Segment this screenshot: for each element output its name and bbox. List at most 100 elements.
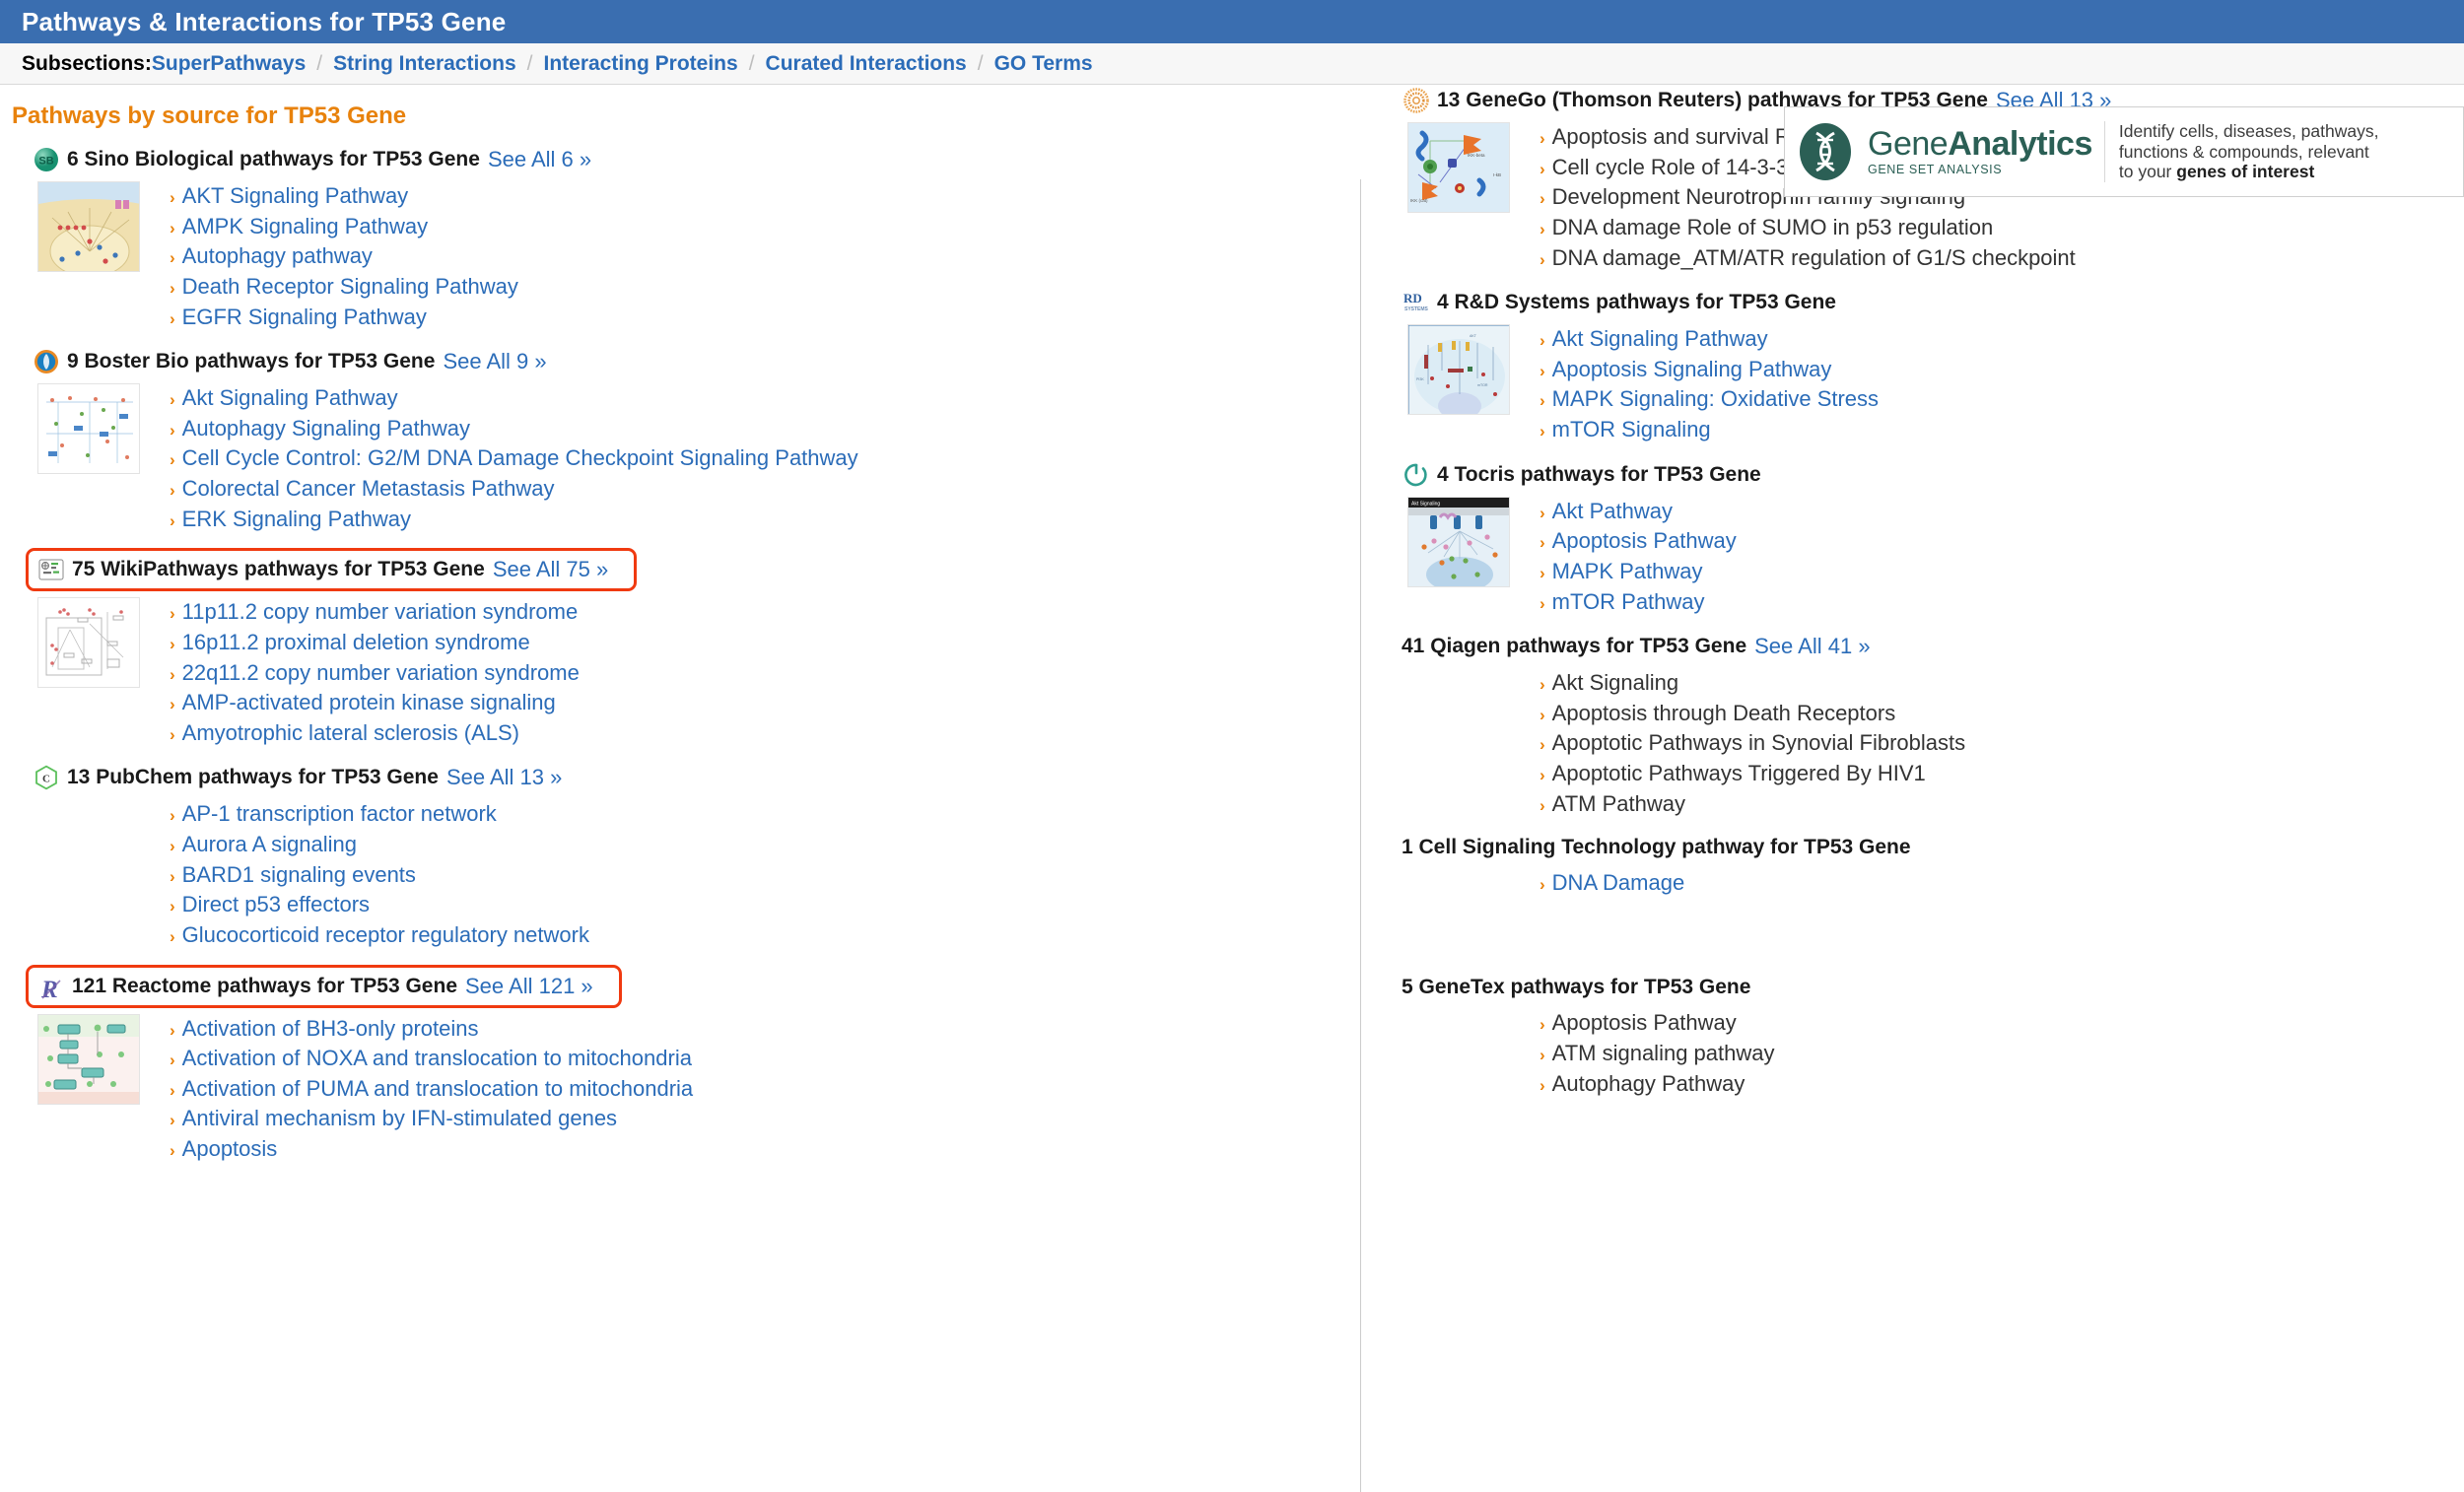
reactome-pathway-thumbnail[interactable] <box>37 1013 140 1105</box>
pathway-link[interactable]: Apoptosis Pathway <box>1552 529 1737 554</box>
pathway-list-item[interactable]: › Autophagy Signaling Pathway <box>170 414 858 444</box>
pathway-link[interactable]: Akt Pathway <box>1552 499 1673 524</box>
pathway-link[interactable]: BARD1 signaling events <box>182 862 416 888</box>
pathway-list-item[interactable]: › DNA Damage <box>1540 868 1684 899</box>
pathway-list-item[interactable]: › Amyotrophic lateral sclerosis (ALS) <box>170 718 580 749</box>
pathway-list-item[interactable]: › AMPK Signaling Pathway <box>170 212 518 242</box>
pathway-list-item[interactable]: › ERK Signaling Pathway <box>170 505 858 535</box>
pathway-link[interactable]: AP-1 transcription factor network <box>182 802 497 827</box>
chevron-right-icon: › <box>1540 533 1545 553</box>
pathway-list-item[interactable]: › Apoptosis Pathway <box>1540 526 1737 557</box>
chevron-right-icon: › <box>170 248 175 268</box>
pathway-list-item[interactable]: › Activation of NOXA and translocation to… <box>170 1044 693 1074</box>
pathway-list-item[interactable]: › MAPK Pathway <box>1540 557 1737 587</box>
wikipathways-pathway-thumbnail[interactable] <box>37 597 140 689</box>
pathway-link[interactable]: Glucocorticoid receptor regulatory netwo… <box>182 922 589 948</box>
pathway-link[interactable]: MAPK Signaling: Oxidative Stress <box>1552 387 1879 412</box>
pathway-list-item[interactable]: › Cell Cycle Control: G2/M DNA Damage Che… <box>170 443 858 474</box>
pathway-list-item[interactable]: › Colorectal Cancer Metastasis Pathway <box>170 474 858 505</box>
pathway-list-item[interactable]: › 22q11.2 copy number variation syndrome <box>170 658 580 689</box>
subsection-link-string-interactions[interactable]: String Interactions <box>333 52 516 75</box>
pathway-link[interactable]: AMPK Signaling Pathway <box>182 214 428 239</box>
pathway-link[interactable]: Apoptosis Signaling Pathway <box>1552 357 1832 382</box>
pathway-list-item[interactable]: › AKT Signaling Pathway <box>170 181 518 212</box>
pathway-link[interactable]: Akt Signaling Pathway <box>182 385 398 411</box>
subsection-link-go-terms[interactable]: GO Terms <box>994 52 1093 75</box>
chevron-right-icon: › <box>170 837 175 855</box>
pathway-link[interactable]: Colorectal Cancer Metastasis Pathway <box>182 476 555 502</box>
pathway-list-item[interactable]: › Death Receptor Signaling Pathway <box>170 272 518 303</box>
pathway-list-item[interactable]: › Antiviral mechanism by IFN-stimulated g… <box>170 1104 693 1134</box>
rd-systems-pathway-thumbnail[interactable]: AKT PI3K mTOR <box>1407 324 1510 416</box>
pathway-list-item[interactable]: › Aurora A signaling <box>170 830 589 860</box>
subsection-link-superpathways[interactable]: SuperPathways <box>152 52 306 75</box>
pathway-list-item[interactable]: › BARD1 signaling events <box>170 860 589 891</box>
pathway-link[interactable]: AMP-activated protein kinase signaling <box>182 690 556 715</box>
pathway-link[interactable]: Cell Cycle Control: G2/M DNA Damage Chec… <box>182 446 858 471</box>
pathway-link[interactable]: Activation of PUMA and translocation to … <box>182 1076 694 1102</box>
pathway-link[interactable]: 22q11.2 copy number variation syndrome <box>182 660 580 686</box>
pathway-link[interactable]: DNA Damage <box>1552 871 1685 896</box>
pathway-list-item[interactable]: › mTOR Signaling <box>1540 415 1879 445</box>
source-title: 75 WikiPathways pathways for TP53 Gene <box>72 558 485 581</box>
geneanalytics-banner[interactable]: GeneAnalytics GENE SET ANALYSIS Identify… <box>1784 106 2464 197</box>
chevron-right-icon: › <box>170 724 175 744</box>
pathway-link[interactable]: AKT Signaling Pathway <box>182 183 409 209</box>
right-column: 13 GeneGo (Thomson Reuters) pathways for… <box>1360 85 2464 1113</box>
pathway-list-item[interactable]: › Apoptosis <box>170 1134 693 1165</box>
pathway-list: › AKT Signaling Pathway › AMPK Signaling Pa… <box>140 181 518 332</box>
pathway-link[interactable]: Apoptosis <box>182 1136 278 1162</box>
chevron-right-icon: › <box>170 1080 175 1100</box>
see-all-link[interactable]: See All 9 » <box>443 349 546 374</box>
chevron-right-icon: › <box>170 420 175 440</box>
pathway-link[interactable]: mTOR Signaling <box>1552 417 1711 442</box>
pathway-link[interactable]: ERK Signaling Pathway <box>182 507 411 532</box>
pathway-link[interactable]: Autophagy Signaling Pathway <box>182 416 470 441</box>
pathway-list-item[interactable]: › Apoptosis Signaling Pathway <box>1540 355 1879 385</box>
pathway-list-item[interactable]: › 11p11.2 copy number variation syndrome <box>170 597 580 628</box>
pathway-link[interactable]: Akt Signaling Pathway <box>1552 326 1768 352</box>
pathway-link[interactable]: Amyotrophic lateral sclerosis (ALS) <box>182 720 519 746</box>
pathway-link[interactable]: Activation of NOXA and translocation to … <box>182 1046 692 1071</box>
pathway-list-item[interactable]: › Akt Signaling Pathway <box>1540 324 1879 355</box>
pathway-link[interactable]: Autophagy pathway <box>182 244 373 269</box>
see-all-link[interactable]: See All 13 » <box>446 765 562 790</box>
see-all-link[interactable]: See All 6 » <box>488 147 591 172</box>
boster-bio-pathway-thumbnail[interactable] <box>37 383 140 475</box>
see-all-link[interactable]: See All 75 » <box>493 557 608 582</box>
tocris-pathway-thumbnail[interactable]: Akt Signaling <box>1407 496 1510 587</box>
pathway-link[interactable]: Antiviral mechanism by IFN-stimulated ge… <box>182 1107 617 1131</box>
pathway-link[interactable]: EGFR Signaling Pathway <box>182 305 427 330</box>
pathway-link[interactable]: Aurora A signaling <box>182 832 357 857</box>
see-all-link[interactable]: See All 121 » <box>465 974 593 999</box>
pathway-list: › Akt Signaling Pathway › Apoptosis Signali… <box>1510 324 1879 445</box>
pathway-link[interactable]: Direct p53 effectors <box>182 893 370 917</box>
pathway-list-item[interactable]: › AP-1 transcription factor network <box>170 799 589 830</box>
pathway-list-item[interactable]: › Autophagy pathway <box>170 241 518 272</box>
pathway-list-item[interactable]: › Akt Pathway <box>1540 497 1737 527</box>
genego-pathway-thumbnail[interactable]: IKK-beta IKK (cat) I-kB <box>1407 122 1510 213</box>
source-title: 5 GeneTex pathways for TP53 Gene <box>1402 976 1751 999</box>
pathway-list-item[interactable]: › MAPK Signaling: Oxidative Stress <box>1540 384 1879 415</box>
subsection-link-interacting-proteins[interactable]: Interacting Proteins <box>543 52 737 75</box>
pathway-link[interactable]: Activation of BH3-only proteins <box>182 1016 479 1042</box>
sino-biological-pathway-thumbnail[interactable] <box>37 181 140 272</box>
pathway-list-item[interactable]: › EGFR Signaling Pathway <box>170 303 518 333</box>
chevron-right-icon: › <box>170 1051 175 1070</box>
pathway-list-item[interactable]: › Activation of BH3-only proteins <box>170 1014 693 1045</box>
pathway-list-item[interactable]: › AMP-activated protein kinase signaling <box>170 688 580 718</box>
subsection-link-curated-interactions[interactable]: Curated Interactions <box>766 52 967 75</box>
pathway-link[interactable]: 11p11.2 copy number variation syndrome <box>182 600 579 625</box>
pathway-list-item[interactable]: › mTOR Pathway <box>1540 587 1737 618</box>
pathway-link[interactable]: Death Receptor Signaling Pathway <box>182 274 518 300</box>
pathway-link[interactable]: MAPK Pathway <box>1552 559 1703 584</box>
chevron-right-icon: › <box>170 510 175 530</box>
pathway-list-item[interactable]: › 16p11.2 proximal deletion syndrome <box>170 628 580 658</box>
see-all-link[interactable]: See All 41 » <box>1754 634 1870 659</box>
pathway-list-item[interactable]: › Glucocorticoid receptor regulatory netw… <box>170 920 589 951</box>
pathway-list-item[interactable]: › Direct p53 effectors <box>170 890 589 920</box>
pathway-list-item[interactable]: › Akt Signaling Pathway <box>170 383 858 414</box>
pathway-link[interactable]: 16p11.2 proximal deletion syndrome <box>182 630 530 655</box>
pathway-list-item[interactable]: › Activation of PUMA and translocation to… <box>170 1074 693 1105</box>
pathway-link[interactable]: mTOR Pathway <box>1552 589 1705 615</box>
